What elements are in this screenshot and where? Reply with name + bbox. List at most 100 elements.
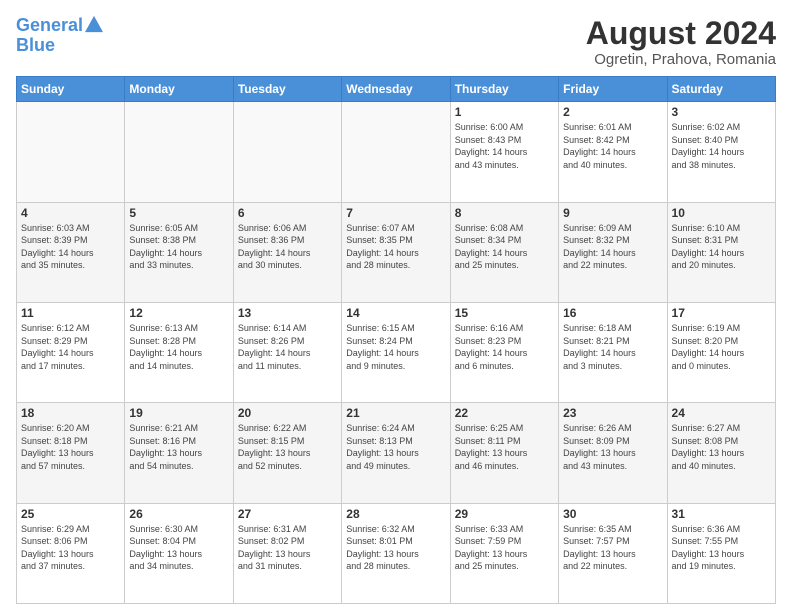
- table-row: 1Sunrise: 6:00 AM Sunset: 8:43 PM Daylig…: [450, 102, 558, 202]
- day-info: Sunrise: 6:18 AM Sunset: 8:21 PM Dayligh…: [563, 322, 662, 372]
- day-number: 12: [129, 306, 228, 320]
- day-info: Sunrise: 6:02 AM Sunset: 8:40 PM Dayligh…: [672, 121, 771, 171]
- col-thursday: Thursday: [450, 77, 558, 102]
- table-row: 28Sunrise: 6:32 AM Sunset: 8:01 PM Dayli…: [342, 503, 450, 603]
- day-number: 2: [563, 105, 662, 119]
- col-wednesday: Wednesday: [342, 77, 450, 102]
- table-row: 17Sunrise: 6:19 AM Sunset: 8:20 PM Dayli…: [667, 302, 775, 402]
- table-row: 20 Sunrise: 6:22 AM Sunset: 8:15 PM Dayli…: [233, 403, 341, 503]
- day-number: 25: [21, 507, 120, 521]
- day-number: 3: [672, 105, 771, 119]
- day-info: Sunrise: 6:07 AM Sunset: 8:35 PM Dayligh…: [346, 222, 445, 272]
- col-monday: Monday: [125, 77, 233, 102]
- table-row: 10Sunrise: 6:10 AM Sunset: 8:31 PM Dayli…: [667, 202, 775, 302]
- day-info: Sunrise: 6:06 AM Sunset: 8:36 PM Dayligh…: [238, 222, 337, 272]
- table-row: 15 Sunrise: 6:16 AM Sunset: 8:23 PM Dayli…: [450, 302, 558, 402]
- day-info: Sunrise: 6:31 AM Sunset: 8:02 PM Dayligh…: [238, 523, 337, 573]
- day-info: Sunrise: 6:05 AM Sunset: 8:38 PM Dayligh…: [129, 222, 228, 272]
- day-info: Sunrise: 6:13 AM Sunset: 8:28 PM Dayligh…: [129, 322, 228, 372]
- table-row: 6Sunrise: 6:06 AM Sunset: 8:36 PM Daylig…: [233, 202, 341, 302]
- table-row: [233, 102, 341, 202]
- table-row: 21Sunrise: 6:24 AM Sunset: 8:13 PM Dayli…: [342, 403, 450, 503]
- day-number: 27: [238, 507, 337, 521]
- calendar: Sunday Monday Tuesday Wednesday Thursday…: [16, 76, 776, 604]
- day-number: 28: [346, 507, 445, 521]
- day-number: 22: [455, 406, 554, 420]
- day-number: 16: [563, 306, 662, 320]
- table-row: 9Sunrise: 6:09 AM Sunset: 8:32 PM Daylig…: [559, 202, 667, 302]
- title-block: August 2024 Ogretin, Prahova, Romania: [586, 16, 776, 68]
- day-number: 14: [346, 306, 445, 320]
- table-row: [342, 102, 450, 202]
- day-number: 13: [238, 306, 337, 320]
- day-info: Sunrise: 6:10 AM Sunset: 8:31 PM Dayligh…: [672, 222, 771, 272]
- table-row: 16 Sunrise: 6:18 AM Sunset: 8:21 PM Dayli…: [559, 302, 667, 402]
- table-row: 31 Sunrise: 6:36 AM Sunset: 7:55 PM Dayli…: [667, 503, 775, 603]
- day-info: Sunrise: 6:20 AM Sunset: 8:18 PM Dayligh…: [21, 422, 120, 472]
- day-number: 11: [21, 306, 120, 320]
- day-info: Sunrise: 6:03 AM Sunset: 8:39 PM Dayligh…: [21, 222, 120, 272]
- table-row: 7 Sunrise: 6:07 AM Sunset: 8:35 PM Daylig…: [342, 202, 450, 302]
- header: General Blue August 2024 Ogretin, Prahov…: [16, 16, 776, 68]
- day-info: Sunrise: 6:08 AM Sunset: 8:34 PM Dayligh…: [455, 222, 554, 272]
- table-row: 25Sunrise: 6:29 AM Sunset: 8:06 PM Dayli…: [17, 503, 125, 603]
- logo-text-line1: General: [16, 16, 83, 36]
- table-row: 11Sunrise: 6:12 AM Sunset: 8:29 PM Dayli…: [17, 302, 125, 402]
- logo-text-line2: Blue: [16, 36, 103, 56]
- table-row: 3 Sunrise: 6:02 AM Sunset: 8:40 PM Daylig…: [667, 102, 775, 202]
- day-info: Sunrise: 6:24 AM Sunset: 8:13 PM Dayligh…: [346, 422, 445, 472]
- week-row-3: 11Sunrise: 6:12 AM Sunset: 8:29 PM Dayli…: [17, 302, 776, 402]
- week-row-2: 4Sunrise: 6:03 AM Sunset: 8:39 PM Daylig…: [17, 202, 776, 302]
- day-info: Sunrise: 6:19 AM Sunset: 8:20 PM Dayligh…: [672, 322, 771, 372]
- week-row-5: 25Sunrise: 6:29 AM Sunset: 8:06 PM Dayli…: [17, 503, 776, 603]
- day-info: Sunrise: 6:30 AM Sunset: 8:04 PM Dayligh…: [129, 523, 228, 573]
- table-row: 26 Sunrise: 6:30 AM Sunset: 8:04 PM Dayli…: [125, 503, 233, 603]
- table-row: 19Sunrise: 6:21 AM Sunset: 8:16 PM Dayli…: [125, 403, 233, 503]
- table-row: 14 Sunrise: 6:15 AM Sunset: 8:24 PM Dayli…: [342, 302, 450, 402]
- day-number: 5: [129, 206, 228, 220]
- day-number: 7: [346, 206, 445, 220]
- table-row: [17, 102, 125, 202]
- day-number: 29: [455, 507, 554, 521]
- day-number: 26: [129, 507, 228, 521]
- col-friday: Friday: [559, 77, 667, 102]
- table-row: 27 Sunrise: 6:31 AM Sunset: 8:02 PM Dayli…: [233, 503, 341, 603]
- day-number: 24: [672, 406, 771, 420]
- day-info: Sunrise: 6:01 AM Sunset: 8:42 PM Dayligh…: [563, 121, 662, 171]
- col-tuesday: Tuesday: [233, 77, 341, 102]
- day-number: 30: [563, 507, 662, 521]
- logo-icon: [85, 15, 103, 33]
- table-row: 12 Sunrise: 6:13 AM Sunset: 8:28 PM Dayli…: [125, 302, 233, 402]
- table-row: 5 Sunrise: 6:05 AM Sunset: 8:38 PM Daylig…: [125, 202, 233, 302]
- table-row: 2 Sunrise: 6:01 AM Sunset: 8:42 PM Daylig…: [559, 102, 667, 202]
- col-saturday: Saturday: [667, 77, 775, 102]
- table-row: 24Sunrise: 6:27 AM Sunset: 8:08 PM Dayli…: [667, 403, 775, 503]
- day-info: Sunrise: 6:33 AM Sunset: 7:59 PM Dayligh…: [455, 523, 554, 573]
- day-info: Sunrise: 6:09 AM Sunset: 8:32 PM Dayligh…: [563, 222, 662, 272]
- table-row: 29 Sunrise: 6:33 AM Sunset: 7:59 PM Dayli…: [450, 503, 558, 603]
- day-info: Sunrise: 6:21 AM Sunset: 8:16 PM Dayligh…: [129, 422, 228, 472]
- col-sunday: Sunday: [17, 77, 125, 102]
- day-info: Sunrise: 6:14 AM Sunset: 8:26 PM Dayligh…: [238, 322, 337, 372]
- table-row: 30 Sunrise: 6:35 AM Sunset: 7:57 PM Dayli…: [559, 503, 667, 603]
- logo: General Blue: [16, 16, 103, 56]
- day-number: 23: [563, 406, 662, 420]
- day-number: 31: [672, 507, 771, 521]
- page: General Blue August 2024 Ogretin, Prahov…: [0, 0, 792, 612]
- day-info: Sunrise: 6:16 AM Sunset: 8:23 PM Dayligh…: [455, 322, 554, 372]
- table-row: 23 Sunrise: 6:26 AM Sunset: 8:09 PM Dayli…: [559, 403, 667, 503]
- day-info: Sunrise: 6:35 AM Sunset: 7:57 PM Dayligh…: [563, 523, 662, 573]
- week-row-1: 1Sunrise: 6:00 AM Sunset: 8:43 PM Daylig…: [17, 102, 776, 202]
- table-row: 8Sunrise: 6:08 AM Sunset: 8:34 PM Daylig…: [450, 202, 558, 302]
- day-info: Sunrise: 6:25 AM Sunset: 8:11 PM Dayligh…: [455, 422, 554, 472]
- day-number: 20: [238, 406, 337, 420]
- day-number: 15: [455, 306, 554, 320]
- subtitle: Ogretin, Prahova, Romania: [586, 51, 776, 68]
- day-number: 18: [21, 406, 120, 420]
- day-info: Sunrise: 6:26 AM Sunset: 8:09 PM Dayligh…: [563, 422, 662, 472]
- table-row: 13 Sunrise: 6:14 AM Sunset: 8:26 PM Dayli…: [233, 302, 341, 402]
- day-info: Sunrise: 6:22 AM Sunset: 8:15 PM Dayligh…: [238, 422, 337, 472]
- day-info: Sunrise: 6:00 AM Sunset: 8:43 PM Dayligh…: [455, 121, 554, 171]
- day-info: Sunrise: 6:15 AM Sunset: 8:24 PM Dayligh…: [346, 322, 445, 372]
- day-info: Sunrise: 6:36 AM Sunset: 7:55 PM Dayligh…: [672, 523, 771, 573]
